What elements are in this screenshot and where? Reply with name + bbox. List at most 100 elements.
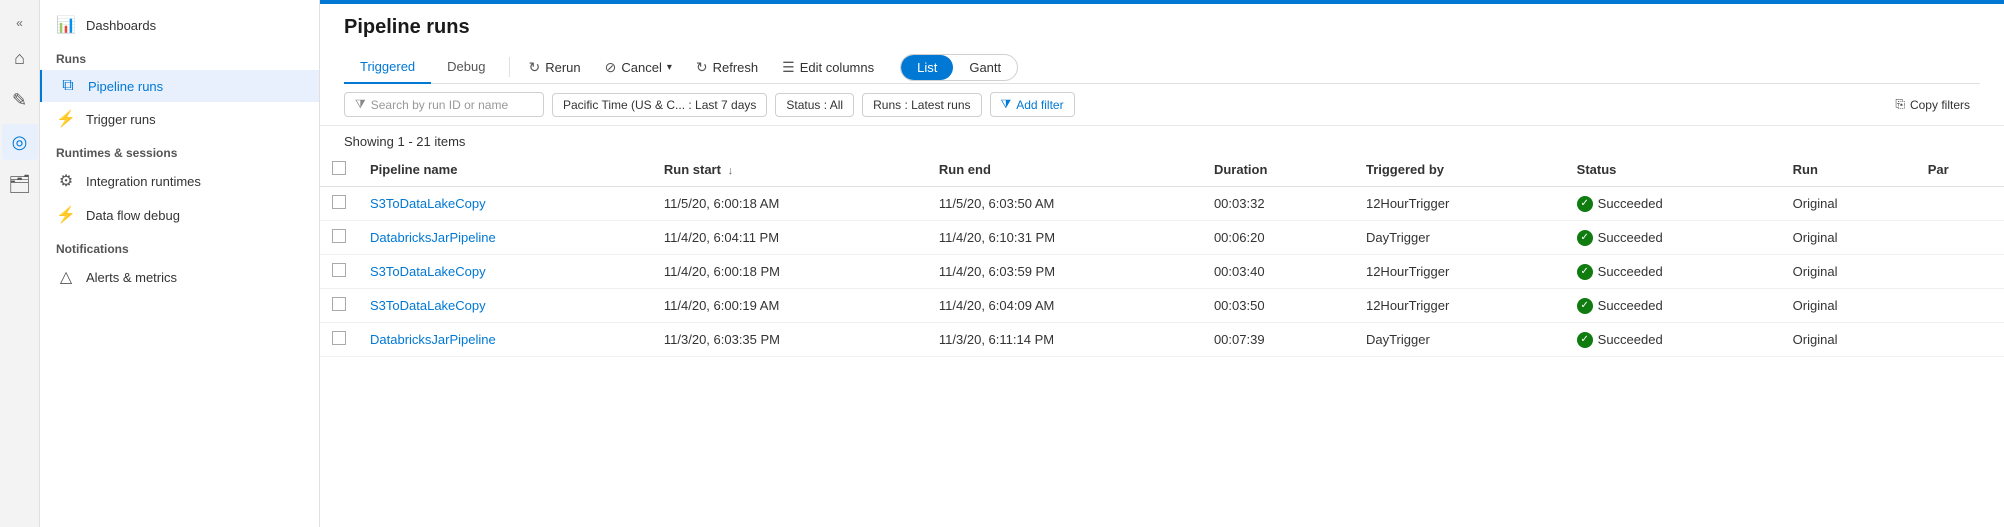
col-pipeline-name[interactable]: Pipeline name [358,153,652,187]
status-label: Succeeded [1598,332,1663,347]
tab-debug[interactable]: Debug [431,51,501,84]
col-status[interactable]: Status [1565,153,1781,187]
sort-icon: ↓ [728,165,734,177]
row-checkbox-cell[interactable] [320,187,358,221]
select-all-checkbox[interactable] [332,161,346,175]
row-par [1916,323,2004,357]
row-run-end: 11/4/20, 6:04:09 AM [927,289,1202,323]
trigger-runs-icon: ⚡ [56,109,76,129]
runs-filter[interactable]: Runs : Latest runs [862,93,981,117]
sidebar-item-dashboards[interactable]: 📊 Dashboards [40,8,319,42]
pipeline-link[interactable]: DatabricksJarPipeline [370,332,496,347]
status-badge: ✓ Succeeded [1577,264,1769,280]
status-filter-label: Status : All [786,98,843,112]
row-checkbox[interactable] [332,331,346,345]
refresh-button[interactable]: ↻ Refresh [686,54,768,81]
items-count: Showing 1 - 21 items [320,126,2004,153]
integration-runtimes-icon: ⚙ [56,171,76,191]
row-par [1916,289,2004,323]
col-triggered-by[interactable]: Triggered by [1354,153,1565,187]
row-triggered-by: DayTrigger [1354,323,1565,357]
sidebar-item-pipeline-runs-label: Pipeline runs [88,79,163,94]
row-run-start: 11/4/20, 6:00:18 PM [652,255,927,289]
nav-icon-edit[interactable]: ✎ [2,82,38,118]
col-run-start[interactable]: Run start ↓ [652,153,927,187]
table-row: DatabricksJarPipeline 11/4/20, 6:04:11 P… [320,221,2004,255]
row-checkbox-cell[interactable] [320,255,358,289]
row-run-type: Original [1781,255,1916,289]
pipeline-link[interactable]: DatabricksJarPipeline [370,230,496,245]
sidebar-item-trigger-runs[interactable]: ⚡ Trigger runs [40,102,319,136]
cancel-button[interactable]: ⊘ Cancel ▾ [595,54,682,81]
row-checkbox[interactable] [332,263,346,277]
view-toggle: List Gantt [900,54,1018,81]
row-checkbox[interactable] [332,229,346,243]
pipeline-runs-icon: ⧉ [58,77,78,95]
runs-section-label: Runs [40,42,319,70]
page-header: Pipeline runs Triggered Debug ↻ Rerun ⊘ … [320,4,2004,84]
status-badge: ✓ Succeeded [1577,332,1769,348]
pipeline-link[interactable]: S3ToDataLakeCopy [370,196,486,211]
row-checkbox[interactable] [332,195,346,209]
row-run-type: Original [1781,221,1916,255]
nav-icon-monitor[interactable]: ◎ [2,124,38,160]
sidebar-item-pipeline-runs[interactable]: ⧉ Pipeline runs [40,70,319,102]
rerun-button[interactable]: ↻ Rerun [518,54,590,81]
col-run[interactable]: Run [1781,153,1916,187]
edit-columns-icon: ☰ [782,59,795,76]
row-run-start: 11/5/20, 6:00:18 AM [652,187,927,221]
col-par[interactable]: Par [1916,153,2004,187]
sidebar-item-data-flow-debug[interactable]: ⚡ Data flow debug [40,198,319,232]
row-triggered-by: 12HourTrigger [1354,255,1565,289]
status-filter[interactable]: Status : All [775,93,854,117]
nav-icon-home[interactable]: ⌂ [2,40,38,76]
col-duration[interactable]: Duration [1202,153,1354,187]
copy-filters-icon: ⎘ [1895,97,1905,112]
search-input[interactable]: ⧩ Search by run ID or name [344,92,544,117]
view-list-button[interactable]: List [901,55,953,80]
status-label: Succeeded [1598,196,1663,211]
sidebar-item-integration-runtimes[interactable]: ⚙ Integration runtimes [40,164,319,198]
data-flow-debug-icon: ⚡ [56,205,76,225]
row-run-start: 11/4/20, 6:04:11 PM [652,221,927,255]
row-checkbox-cell[interactable] [320,289,358,323]
row-run-end: 11/4/20, 6:10:31 PM [927,221,1202,255]
row-duration: 00:03:40 [1202,255,1354,289]
sidebar-item-alerts-metrics[interactable]: △ Alerts & metrics [40,260,319,294]
tab-triggered[interactable]: Triggered [344,51,431,84]
cancel-label: Cancel [621,60,661,75]
status-label: Succeeded [1598,230,1663,245]
row-checkbox-cell[interactable] [320,323,358,357]
pipeline-link[interactable]: S3ToDataLakeCopy [370,264,486,279]
rerun-label: Rerun [545,60,580,75]
add-filter-button[interactable]: ⧩ Add filter [990,92,1075,117]
status-badge: ✓ Succeeded [1577,196,1769,212]
view-gantt-button[interactable]: Gantt [953,55,1017,80]
row-checkbox[interactable] [332,297,346,311]
col-run-end[interactable]: Run end [927,153,1202,187]
pipeline-runs-table: Pipeline name Run start ↓ Run end Durati… [320,153,2004,357]
row-status: ✓ Succeeded [1565,323,1781,357]
row-run-start: 11/4/20, 6:00:19 AM [652,289,927,323]
row-pipeline-name: DatabricksJarPipeline [358,221,652,255]
timezone-filter[interactable]: Pacific Time (US & C... : Last 7 days [552,93,767,117]
status-dot-icon: ✓ [1577,264,1593,280]
row-par [1916,187,2004,221]
collapse-toggle[interactable]: « [10,10,29,36]
table-row: DatabricksJarPipeline 11/3/20, 6:03:35 P… [320,323,2004,357]
row-checkbox-cell[interactable] [320,221,358,255]
row-status: ✓ Succeeded [1565,221,1781,255]
copy-filters-button[interactable]: ⎘ Copy filters [1885,93,1980,116]
row-status: ✓ Succeeded [1565,255,1781,289]
status-dot-icon: ✓ [1577,332,1593,348]
dashboards-icon: 📊 [56,15,76,35]
page-title: Pipeline runs [344,16,1980,39]
pipeline-link[interactable]: S3ToDataLakeCopy [370,298,486,313]
col-checkbox[interactable] [320,153,358,187]
table-header-row: Pipeline name Run start ↓ Run end Durati… [320,153,2004,187]
add-filter-label: Add filter [1016,98,1063,112]
nav-icon-deploy[interactable]: 🗂 [2,166,38,202]
sidebar-item-alerts-metrics-label: Alerts & metrics [86,270,177,285]
edit-columns-button[interactable]: ☰ Edit columns [772,54,884,81]
row-run-end: 11/5/20, 6:03:50 AM [927,187,1202,221]
